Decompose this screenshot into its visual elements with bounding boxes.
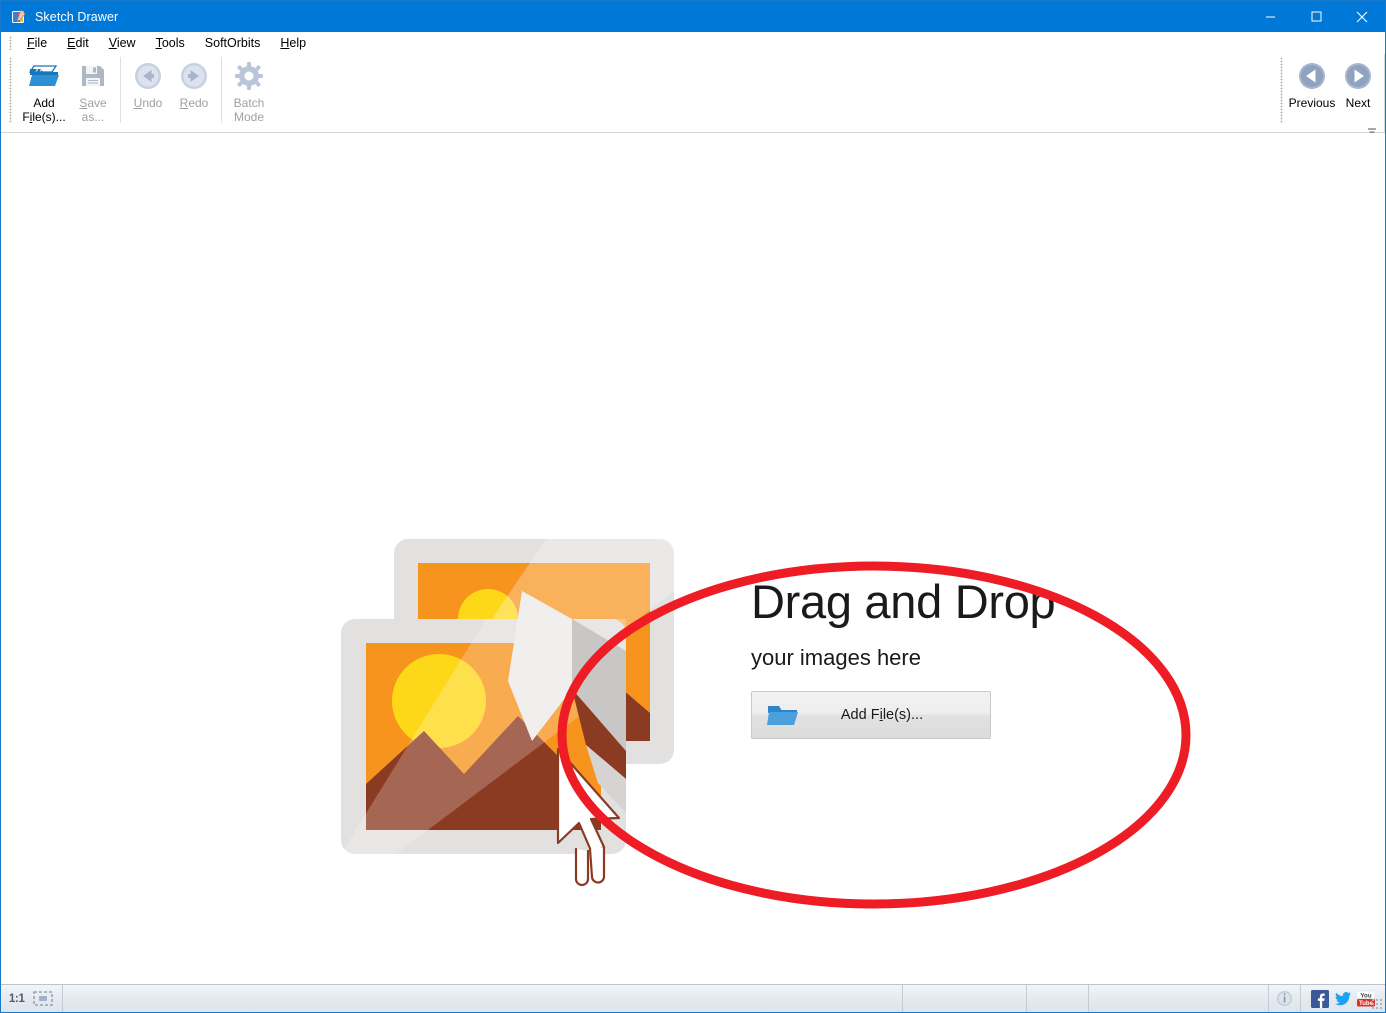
main-toolbar: Add File(s)... Save as... Undo Redo Batc… [1, 54, 1385, 181]
application-window: Sketch Drawer File Edit View Tools SoftO… [0, 0, 1386, 1013]
menu-item-softorbits[interactable]: SoftOrbits [195, 34, 271, 52]
save-as-l1-post: ave [87, 96, 107, 110]
sketch-drawer-app-icon [11, 8, 27, 25]
status-message-panel [63, 985, 903, 1012]
drop-zone-subtitle: your images here [751, 645, 921, 670]
toolbar-undo-button[interactable]: Undo [125, 54, 171, 122]
arrow-right-circle-icon [1342, 60, 1374, 92]
resize-grip-icon[interactable] [1371, 998, 1383, 1010]
toolbar-save-as-line1: Save [79, 96, 106, 110]
gear-icon [233, 60, 265, 92]
window-controls [1247, 1, 1385, 32]
status-bar: 1:1 You Tube [1, 984, 1385, 1012]
menu-item-tools[interactable]: Tools [146, 34, 195, 52]
menu-item-file[interactable]: File [17, 34, 57, 52]
toolbar-previous-button[interactable]: Previous [1289, 54, 1335, 122]
redo-mnemonic: R [179, 96, 189, 110]
toolbar-next-button[interactable]: Next [1335, 54, 1381, 122]
window-title: Sketch Drawer [35, 9, 119, 24]
menu-item-help[interactable]: Help [270, 34, 316, 52]
add-files-button[interactable]: Add File(s)... [751, 691, 991, 739]
toolbar-next-label: Next [1345, 96, 1371, 110]
toolbar-add-files-line1: Add [33, 96, 55, 110]
toolbar-right-edge [1384, 54, 1385, 132]
toolbar-save-as-line2: as... [81, 110, 105, 124]
toolbar-save-as-button[interactable]: Save as... [70, 54, 116, 124]
menu-edit-label: dit [75, 36, 89, 50]
open-folder-icon [28, 60, 60, 92]
facebook-icon[interactable] [1311, 989, 1329, 1008]
status-panel-3 [1027, 985, 1089, 1012]
undo-mnemonic: U [133, 96, 143, 110]
drop-zone-promo: Drag and Drop your images here Add File(… [751, 578, 1171, 739]
floppy-disk-icon [77, 60, 109, 92]
open-folder-icon [766, 701, 800, 729]
twitter-icon[interactable] [1334, 990, 1352, 1008]
toolbar-redo-button[interactable]: Redo [171, 54, 217, 122]
info-icon [1277, 991, 1292, 1006]
toolbar-previous-label: Previous [1288, 96, 1336, 110]
menu-view-label: iew [116, 36, 136, 50]
add-files-btn-pre: Add F [840, 707, 880, 723]
menu-edit-mnemonic: E [67, 36, 76, 50]
toolbar-redo-label: Redo [180, 96, 209, 110]
redo-label-post: edo [188, 96, 209, 110]
toolbar-batch-mode-line2: Mode [233, 110, 265, 124]
menu-tools-label: ools [161, 36, 185, 50]
image-canvas-dropzone[interactable]: Drag and Drop your images here Add File(… [1, 133, 1385, 984]
add-files-button-label: Add File(s)... [800, 707, 990, 723]
menu-softorbits-label: SoftOrbits [204, 36, 261, 50]
menu-item-view[interactable]: View [99, 34, 146, 52]
toolbar-separator-1 [120, 57, 121, 123]
status-info-button[interactable] [1269, 985, 1301, 1012]
menu-drag-grip[interactable] [9, 36, 12, 50]
add-files-l2-post: le(s)... [32, 110, 66, 124]
toolbar-drag-grip[interactable] [9, 57, 12, 123]
menu-view-mnemonic: V [108, 36, 117, 50]
add-files-l2-pre: F [22, 110, 30, 124]
redo-arrow-icon [178, 60, 210, 92]
toolbar-add-files-button[interactable]: Add File(s)... [18, 54, 70, 124]
drop-zone-content: Drag and Drop your images here Add File(… [336, 503, 1206, 933]
status-panel-4 [1089, 985, 1269, 1012]
menu-help-label: elp [289, 36, 307, 50]
undo-arrow-icon [132, 60, 164, 92]
fit-to-window-icon[interactable] [32, 991, 54, 1007]
drop-zone-title: Drag and Drop [751, 575, 1056, 628]
arrow-left-circle-icon [1296, 60, 1328, 92]
navigation-toolbar-grip[interactable] [1280, 57, 1283, 123]
undo-label-post: ndo [142, 96, 163, 110]
menu-item-edit[interactable]: Edit [57, 34, 99, 52]
menu-bar: File Edit View Tools SoftOrbits Help [1, 32, 1385, 54]
toolbar-batch-mode-button[interactable]: Batch Mode [226, 54, 272, 124]
navigation-toolbar: Previous Next [1274, 54, 1381, 135]
toolbar-add-files-line2: File(s)... [22, 110, 65, 124]
add-files-btn-post: le(s)... [882, 707, 924, 723]
close-button[interactable] [1339, 1, 1385, 32]
toolbar-separator-2 [221, 57, 222, 123]
image-stack-illustration [336, 531, 736, 906]
menu-file-mnemonic: F [27, 36, 35, 50]
menu-file-label: ile [34, 36, 48, 50]
zoom-ratio-button[interactable]: 1:1 [9, 993, 25, 1005]
toolbar-undo-label: Undo [134, 96, 163, 110]
status-zoom-panel: 1:1 [1, 985, 63, 1012]
title-bar: Sketch Drawer [1, 1, 1385, 32]
toolbar-batch-mode-line1: Batch [233, 96, 265, 110]
maximize-button[interactable] [1293, 1, 1339, 32]
minimize-button[interactable] [1247, 1, 1293, 32]
status-panel-2 [903, 985, 1027, 1012]
